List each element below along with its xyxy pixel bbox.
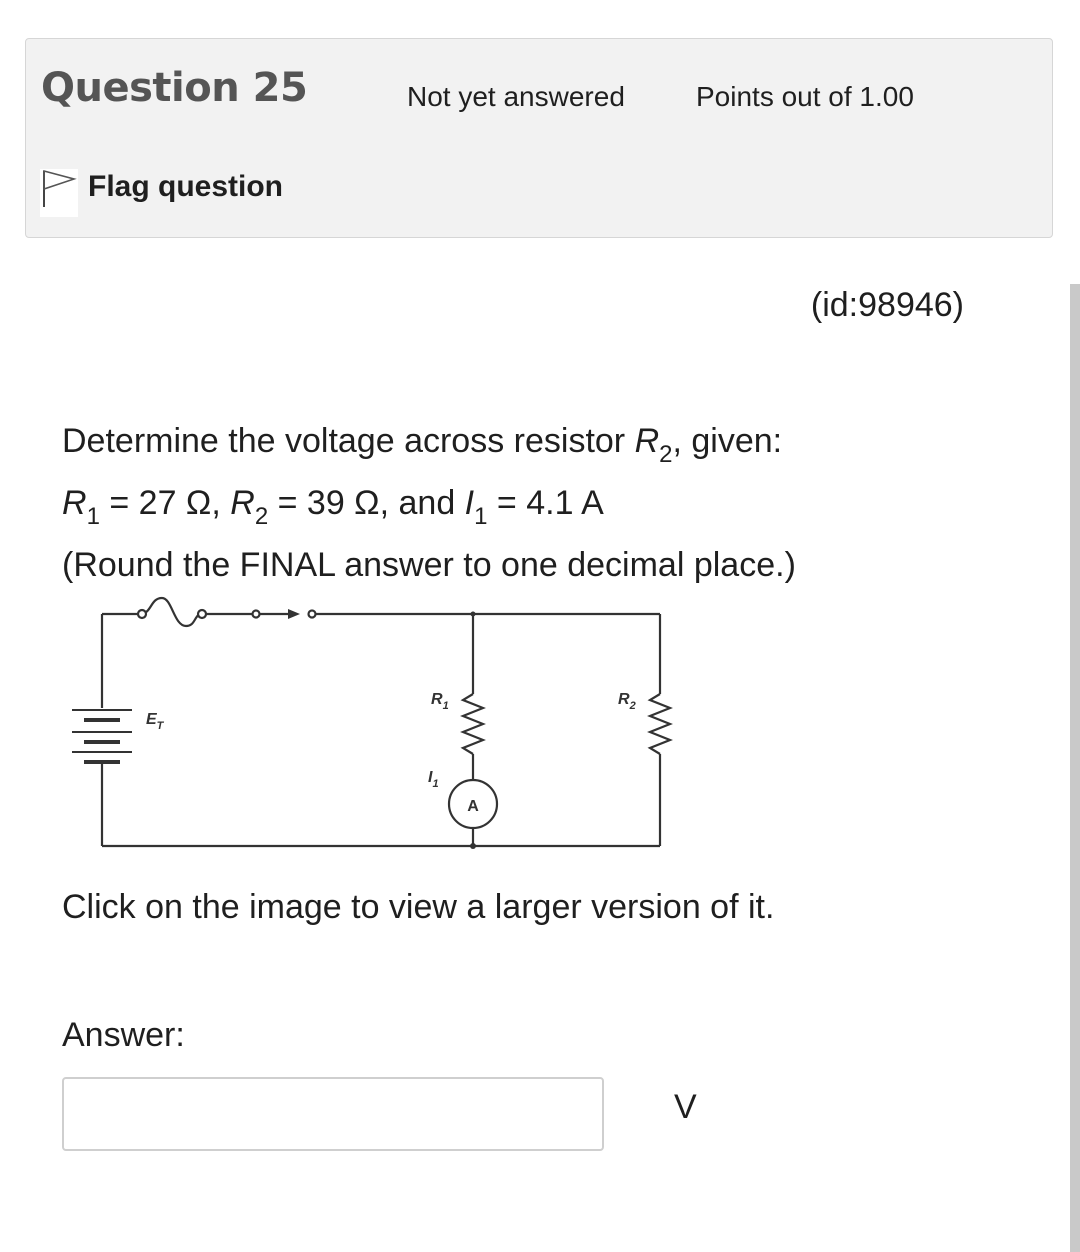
source-label: ET — [146, 711, 165, 732]
question-state: Not yet answered — [407, 81, 625, 112]
question-number: 25 — [252, 65, 308, 111]
answer-input[interactable] — [62, 1077, 604, 1151]
question-line-2: R1 = 27 Ω, R2 = 39 Ω, and I1 = 4.1 A — [62, 484, 604, 530]
click-image-note: Click on the image to view a larger vers… — [62, 888, 775, 926]
flag-question-button[interactable]: Flag question — [40, 163, 283, 217]
scrollbar[interactable] — [1070, 284, 1080, 1252]
circuit-diagram-image[interactable]: ET R1 R2 I1 A — [62, 590, 682, 860]
ammeter-label: A — [467, 798, 479, 815]
r1-label: R1 — [431, 691, 449, 712]
flag-question-label: Flag question — [88, 170, 283, 203]
question-line-1: Determine the voltage across resistor R2… — [62, 422, 783, 468]
flag-icon — [40, 169, 78, 217]
question-number-label: Question 25 — [41, 65, 308, 111]
r2-label: R2 — [618, 691, 636, 712]
question-grade: Points out of 1.00 — [696, 81, 914, 112]
current-label: I1 — [428, 769, 439, 790]
question-text: Determine the voltage across resistor R2… — [62, 410, 796, 596]
question-id: (id:98946) — [810, 286, 964, 324]
answer-unit: V — [674, 1088, 697, 1126]
question-line-3: (Round the FINAL answer to one decimal p… — [62, 546, 796, 584]
question-word: Question — [41, 65, 240, 111]
question-info-box: Question 25 Not yet answered Points out … — [25, 38, 1053, 238]
answer-label: Answer: — [62, 1016, 185, 1054]
